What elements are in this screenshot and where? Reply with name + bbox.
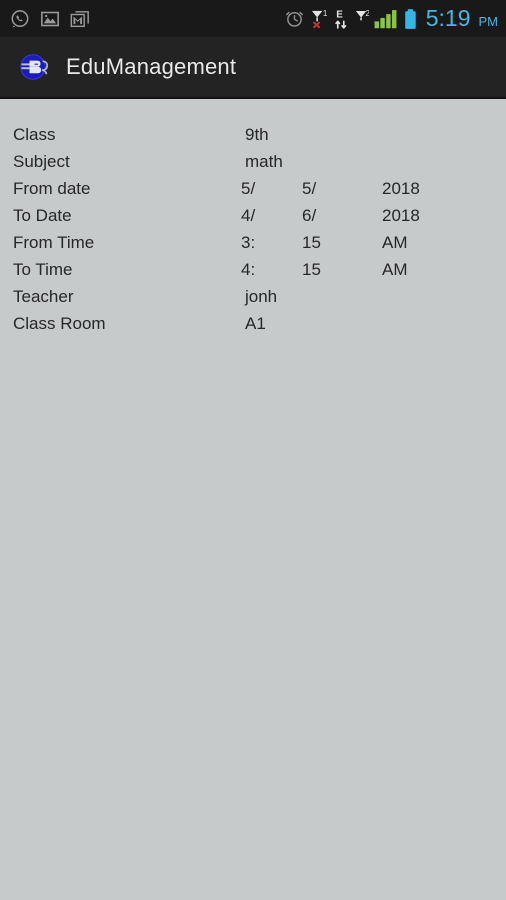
- detail-row-value-3: 2018: [382, 179, 420, 198]
- sim1-no-signal-icon: 1: [310, 8, 329, 29]
- detail-row-value-1: 5/: [241, 179, 256, 198]
- detail-row-label: To Time: [13, 260, 73, 279]
- detail-row-value-3: 2018: [382, 206, 420, 225]
- detail-row-value-1: jonh: [245, 287, 278, 306]
- detail-row: Subject math: [0, 148, 506, 175]
- gmail-icon: [70, 9, 90, 29]
- action-bar: EduManagement: [0, 37, 506, 99]
- detail-row-value-2: 15: [302, 260, 321, 279]
- detail-row-value-2: 5/: [302, 179, 317, 198]
- detail-row-value-1: 4/: [241, 206, 256, 225]
- gallery-icon: [40, 9, 60, 29]
- whatsapp-icon: [10, 9, 30, 29]
- detail-row: Teacher jonh: [0, 283, 506, 310]
- detail-row-value-3: AM: [382, 233, 408, 252]
- signal-bars-icon: [374, 8, 399, 29]
- detail-row-label: From Time: [13, 233, 95, 252]
- detail-row-label: From date: [13, 179, 91, 198]
- status-bar-system-icons: 1 E 2: [284, 7, 498, 30]
- phone-screen: 1 E 2: [0, 0, 506, 900]
- detail-row-value-1: 4:: [241, 260, 256, 279]
- status-bar-clock: 5:19: [425, 5, 471, 31]
- detail-row-value-1: 9th: [245, 125, 269, 144]
- alarm-clock-icon: [284, 8, 305, 29]
- app-title: EduManagement: [66, 54, 237, 79]
- detail-row-value-1: A1: [245, 314, 266, 333]
- detail-row-label: Class Room: [13, 314, 106, 333]
- status-bar-clock-ampm: PM: [478, 14, 499, 29]
- detail-row-label: Class: [13, 125, 56, 144]
- status-bar-notification-icons: [10, 9, 90, 29]
- class-details-list: Class 9th Subject math From date 5/5/2018 To D…: [0, 101, 506, 900]
- detail-row-label: Teacher: [13, 287, 74, 306]
- sim1-badge: 1: [323, 9, 328, 18]
- detail-row: From Time 3: 15 AM: [0, 229, 506, 256]
- detail-row-value-1: math: [245, 152, 283, 171]
- detail-row: From date 5/5/2018: [0, 175, 506, 202]
- edumanagement-logo: [18, 51, 50, 83]
- detail-row: Class 9th: [0, 121, 506, 148]
- detail-row-label: To Date: [13, 206, 72, 225]
- edge-data-icon: E: [334, 8, 350, 29]
- detail-row-value-3: AM: [382, 260, 408, 279]
- sim2-signal-icon: 2: [355, 8, 370, 29]
- detail-row-value-1: 3:: [241, 233, 256, 252]
- status-bar: 1 E 2: [0, 0, 506, 37]
- detail-row-value-2: 6/: [302, 206, 317, 225]
- detail-row: To Time 4: 15 AM: [0, 256, 506, 283]
- svg-text:E: E: [336, 10, 343, 21]
- battery-icon: [404, 8, 417, 30]
- detail-row-value-2: 15: [302, 233, 321, 252]
- svg-text:2: 2: [365, 9, 369, 18]
- detail-row: To Date 4/6/2018: [0, 202, 506, 229]
- detail-row: Class Room A1: [0, 310, 506, 337]
- detail-row-label: Subject: [13, 152, 70, 171]
